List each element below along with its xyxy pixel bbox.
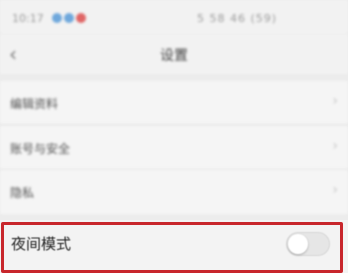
chevron-right-icon: ›	[332, 138, 338, 154]
menu-item-privacy[interactable]: 隐私 ›	[0, 170, 348, 214]
menu-item-label: 隐私	[10, 186, 35, 200]
chevron-right-icon: ›	[332, 182, 338, 198]
page-title: 设置	[160, 48, 188, 64]
notification-icon	[64, 13, 74, 23]
status-bar: 10:17 5 58 46 (59)	[0, 0, 348, 34]
header: ‹ 设置	[0, 34, 348, 74]
chevron-right-icon: ›	[332, 93, 338, 109]
status-time: 10:17	[12, 12, 44, 25]
notification-icon	[76, 13, 86, 23]
menu-item-account-security[interactable]: 账号与安全 ›	[0, 126, 348, 170]
menu-item-label: 编辑资料	[10, 97, 59, 111]
notification-icon	[52, 13, 62, 23]
menu-item-label: 账号与安全	[10, 142, 71, 156]
menu-item-edit-profile[interactable]: 编辑资料 ›	[0, 81, 348, 125]
status-indicators: 5 58 46 (59)	[197, 12, 278, 25]
divider	[0, 124, 348, 125]
highlight-box	[1, 222, 343, 273]
